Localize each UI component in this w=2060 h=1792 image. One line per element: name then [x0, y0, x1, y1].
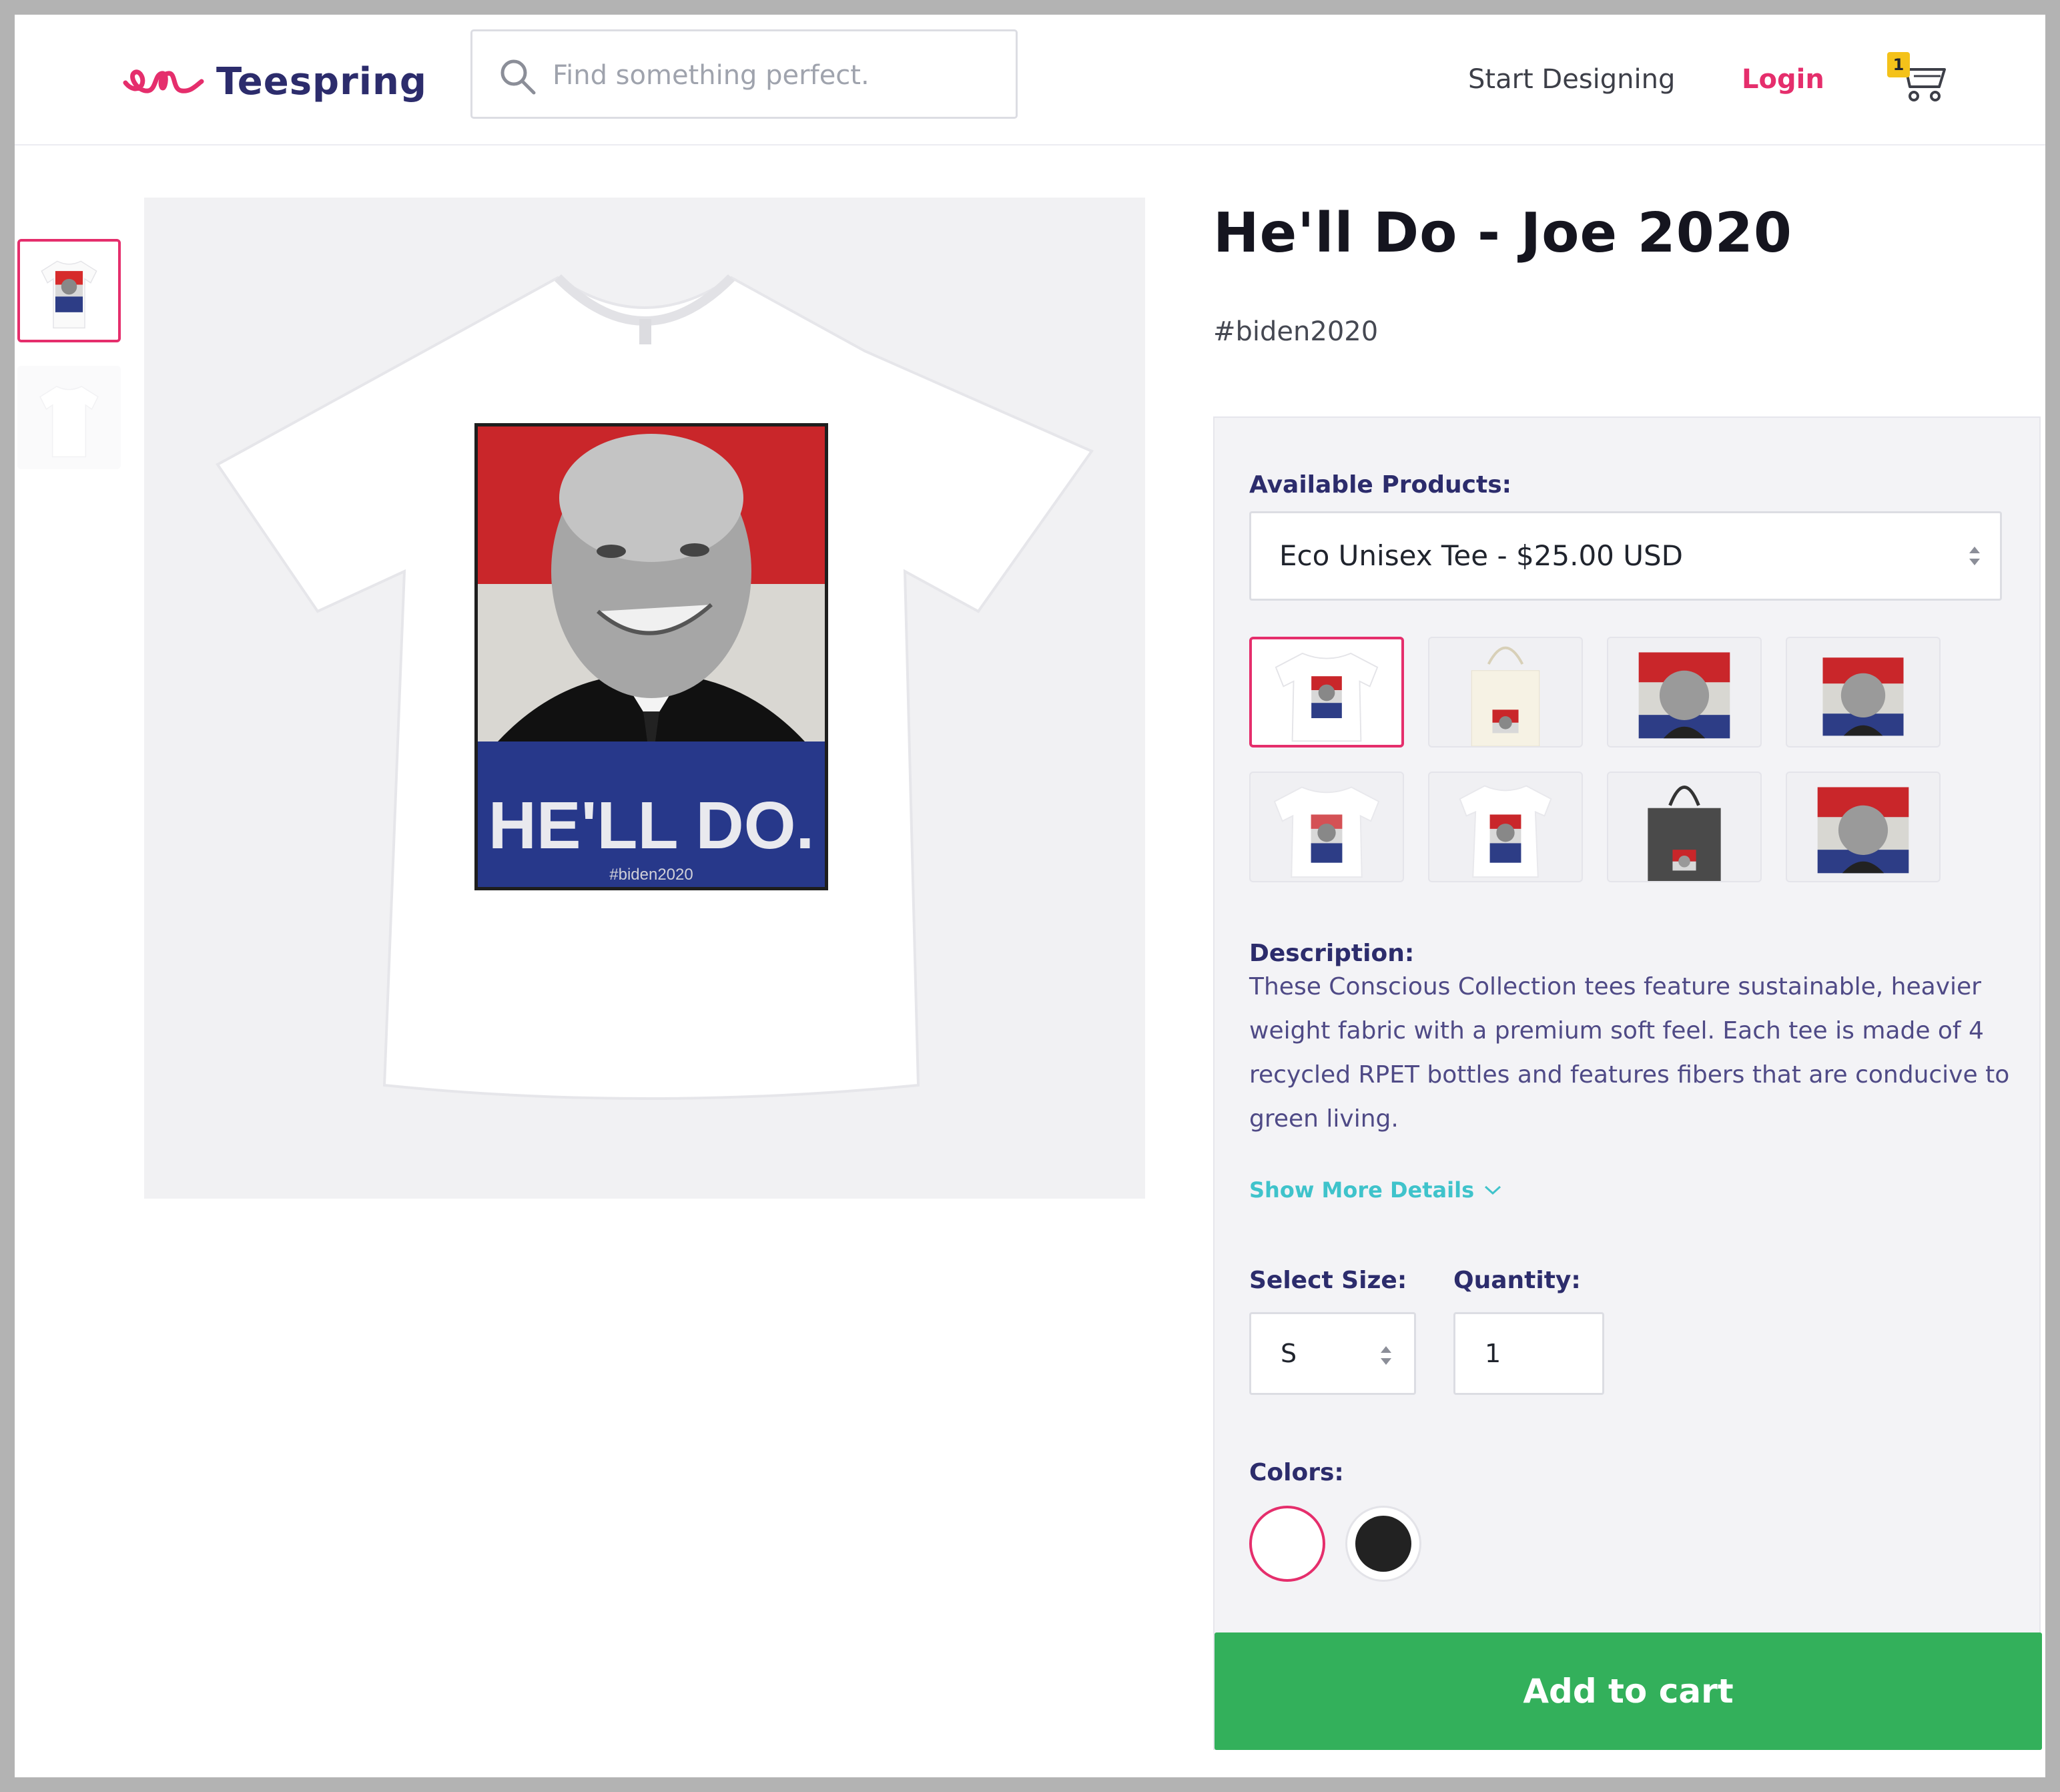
gallery-thumbnail-front[interactable]	[17, 239, 121, 342]
quantity-input[interactable]	[1453, 1312, 1604, 1395]
teespring-logo-icon	[123, 69, 204, 93]
cart-count-badge: 1	[1887, 52, 1910, 77]
poster-thumbnail	[1638, 652, 1730, 739]
tote-bag-thumbnail	[1648, 786, 1721, 881]
size-select[interactable]: S	[1249, 1312, 1416, 1395]
design-headline: HE'LL DO.	[488, 788, 815, 863]
product-title: He'll Do - Joe 2020	[1213, 202, 1792, 265]
product-swatch-womens-tee[interactable]	[1428, 772, 1583, 882]
main-product-image: HE'LL DO. #biden2020	[144, 198, 1145, 1199]
site-header: Teespring Start Designing Login 1	[15, 15, 2045, 145]
tote-bag-thumbnail	[1471, 646, 1540, 746]
thumbnail-image	[20, 242, 118, 340]
product-select-value: Eco Unisex Tee - $25.00 USD	[1279, 539, 1684, 572]
product-swatch-poster[interactable]	[1607, 637, 1762, 748]
product-description: These Conscious Collection tees feature …	[1249, 973, 2010, 1133]
design-hashtag: #biden2020	[609, 866, 693, 884]
product-swatch-tote-natural[interactable]	[1428, 637, 1583, 748]
logo-text: Teespring	[216, 59, 427, 103]
show-more-label: Show More Details	[1249, 1177, 1475, 1203]
available-products-label: Available Products:	[1249, 471, 1512, 499]
colors-label: Colors:	[1249, 1459, 1344, 1486]
product-tag[interactable]: #biden2020	[1213, 316, 1378, 347]
thumbnail-image	[17, 366, 121, 469]
gallery-thumbnail-back[interactable]	[17, 366, 121, 469]
tshirt-mockup: HE'LL DO. #biden2020	[144, 198, 1145, 1199]
color-swatch-black-fill	[1355, 1516, 1411, 1572]
product-swatch-eco-tee[interactable]	[1249, 637, 1404, 748]
product-swatch-classic-tee[interactable]	[1249, 772, 1404, 882]
start-designing-link[interactable]: Start Designing	[1468, 55, 1675, 104]
select-arrows-icon	[1969, 547, 1980, 565]
search-input[interactable]	[553, 51, 993, 99]
tshirt-thumbnail	[1459, 785, 1552, 878]
color-swatch-white[interactable]	[1249, 1506, 1325, 1582]
show-more-details-link[interactable]: Show More Details	[1249, 1177, 1502, 1203]
teespring-logo[interactable]: Teespring	[121, 53, 427, 109]
add-to-cart-button[interactable]: Add to cart	[1215, 1632, 2042, 1750]
color-swatch-black[interactable]	[1345, 1506, 1421, 1582]
chevron-down-icon	[1485, 1185, 1501, 1195]
quantity-label: Quantity:	[1453, 1267, 1581, 1294]
framed-print-thumbnail	[1822, 657, 1904, 736]
canvas-print-thumbnail	[1817, 787, 1909, 874]
login-link[interactable]: Login	[1742, 55, 1824, 104]
product-swatch-tote-black[interactable]	[1607, 772, 1762, 882]
size-select-value: S	[1281, 1339, 1297, 1368]
description-label: Description:	[1249, 940, 1415, 967]
purchase-panel: Available Products: Eco Unisex Tee - $25…	[1213, 416, 2042, 1750]
select-arrows-icon	[1381, 1346, 1391, 1365]
cart-button[interactable]: 1	[1887, 44, 1951, 111]
page: Teespring Start Designing Login 1	[15, 15, 2045, 1777]
product-select[interactable]: Eco Unisex Tee - $25.00 USD	[1249, 511, 2002, 601]
search-box	[470, 29, 1018, 119]
select-size-label: Select Size:	[1249, 1267, 1407, 1294]
tshirt-thumbnail	[1275, 652, 1379, 742]
tshirt-thumbnail	[1273, 786, 1380, 878]
search-icon	[500, 59, 536, 95]
product-swatch-framed-print[interactable]	[1786, 637, 1941, 748]
product-swatch-canvas[interactable]	[1786, 772, 1941, 882]
